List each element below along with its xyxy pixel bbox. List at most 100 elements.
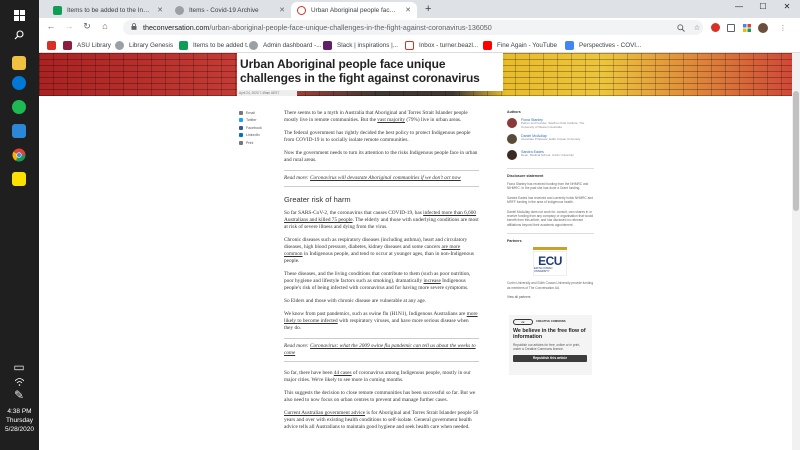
- tab-covid-archive[interactable]: Items - Covid-19 Archive ✕: [169, 2, 291, 18]
- share-twitter[interactable]: Twitter: [239, 118, 279, 123]
- adblock-icon[interactable]: [709, 22, 721, 33]
- twitter-icon: [239, 118, 243, 123]
- profile-avatar[interactable]: [757, 22, 769, 33]
- share-label: Twitter: [246, 118, 257, 123]
- bookmark-slack[interactable]: Slack | inspirations |...: [323, 39, 398, 51]
- search-icon[interactable]: [8, 26, 30, 44]
- reload-button[interactable]: ↻: [81, 21, 93, 32]
- windows-start-icon[interactable]: [8, 6, 30, 24]
- address-bar[interactable]: theconversation.com/urban-aboriginal-peo…: [123, 20, 703, 35]
- youtube-icon: [483, 40, 492, 50]
- paragraph: Current Australian government advice is …: [284, 410, 479, 431]
- browser-chrome: Items to be added to the Indige ✕ Items …: [39, 0, 800, 53]
- minimize-button[interactable]: —: [727, 2, 751, 11]
- share-label: Facebook: [246, 125, 262, 130]
- bookmark-inbox[interactable]: Inbox - turner.beazl...: [405, 39, 478, 51]
- share-label: Print: [246, 140, 254, 145]
- bookmark-favicon-icon: [179, 40, 188, 50]
- zoom-icon[interactable]: [675, 22, 687, 33]
- app-blue-icon[interactable]: [8, 74, 30, 92]
- share-print[interactable]: Print: [239, 140, 279, 145]
- back-button[interactable]: ←: [45, 21, 57, 31]
- read-more-link[interactable]: Coronavirus will devastate Aboriginal co…: [310, 175, 461, 181]
- republish-text: Republish our articles for free, online …: [513, 343, 580, 351]
- bookmark-asu-library[interactable]: ASU Library: [63, 39, 111, 51]
- ecu-partner-logo[interactable]: ECU EDITH COWAN UNIVERSITY: [533, 247, 567, 278]
- taskbar-date: 5/28/2020: [5, 426, 34, 433]
- paragraph: The federal government has rightly decid…: [284, 130, 471, 143]
- paragraph: There seems to be a myth in Australia th…: [284, 110, 479, 124]
- title-box: Urban Aboriginal people face unique chal…: [237, 53, 503, 91]
- divider: [507, 233, 594, 235]
- lock-icon[interactable]: [131, 23, 137, 32]
- link-vast-majority[interactable]: vast majority: [377, 117, 405, 123]
- bookmark-asu-logo[interactable]: [47, 39, 61, 51]
- link-44-cases[interactable]: 44 cases: [334, 370, 352, 376]
- bookmarks-bar: ASU Library Library Genesis Items to be …: [39, 37, 800, 53]
- text: (79%) live in urban areas.: [405, 117, 462, 123]
- read-more-label: Read more:: [284, 175, 310, 181]
- extension-grid-icon[interactable]: [741, 22, 753, 33]
- windows-taskbar: ▭ ✎ 4:38 PM Thursday 5/28/2020: [0, 0, 39, 450]
- taskbar-time[interactable]: 4:38 PM: [0, 408, 39, 416]
- extension-icon[interactable]: [725, 22, 737, 33]
- article-byline: April 24, 2020 7.49am AEST: [237, 90, 297, 96]
- view-all-partners-link[interactable]: View all partners: [507, 295, 594, 299]
- share-facebook[interactable]: Facebook: [239, 125, 279, 130]
- disclosure-text: Daniel McAullay does not work for, consu…: [507, 209, 594, 227]
- hero-image: Urban Aboriginal people face unique chal…: [39, 53, 792, 96]
- read-more-link[interactable]: Coronavirus: what the 2009 swine flu pan…: [284, 343, 476, 356]
- paragraph: Chronic diseases such as respiratory dis…: [284, 237, 479, 265]
- link-government-advice[interactable]: Current Australian government advice: [284, 410, 365, 416]
- facebook-icon: [239, 125, 243, 130]
- chrome-icon[interactable]: [8, 146, 30, 164]
- spotify-icon[interactable]: [8, 98, 30, 116]
- bookmark-library-genesis[interactable]: Library Genesis: [115, 39, 173, 51]
- share-linkedin[interactable]: LinkedIn: [239, 133, 279, 138]
- pen-icon[interactable]: ✎: [8, 386, 30, 404]
- author-card[interactable]: Fiona Stanley Patron and founder, Teletho…: [507, 118, 594, 130]
- tab-label: Items to be added to the Indige: [67, 6, 152, 14]
- file-explorer-icon[interactable]: [8, 54, 30, 72]
- forward-button[interactable]: →: [63, 21, 75, 31]
- author-card[interactable]: Sandra Eades Dean, Medical School, Curtin…: [507, 150, 594, 162]
- tab-conversation-article[interactable]: Urban Aboriginal people face uni ✕: [291, 2, 417, 18]
- maximize-button[interactable]: ☐: [751, 2, 775, 11]
- article-body: There seems to be a myth in Australia th…: [284, 110, 479, 437]
- bookmark-admin-dashboard[interactable]: Admin dashboard -...: [249, 39, 321, 51]
- tab-indigenous-items[interactable]: Items to be added to the Indige ✕: [47, 2, 169, 18]
- paragraph: These diseases, and the living condition…: [284, 271, 479, 292]
- paragraph: This suggests the decision to close remo…: [284, 390, 476, 403]
- paragraph: So far SARS-CoV-2, the coronavirus that …: [284, 210, 479, 231]
- cc-org: CREATIVE COMMONS: [536, 319, 566, 324]
- chrome-menu-icon[interactable]: ⋮: [777, 22, 789, 33]
- home-button[interactable]: ⌂: [99, 21, 111, 31]
- close-tab-icon[interactable]: ✕: [157, 6, 163, 14]
- bookmark-items-to-be-added[interactable]: Items to be added t...: [179, 39, 252, 51]
- share-email[interactable]: Email: [239, 110, 279, 115]
- sticky-notes-icon[interactable]: [8, 170, 30, 188]
- close-tab-icon[interactable]: ✕: [405, 6, 411, 14]
- republish-button[interactable]: Republish this article: [513, 355, 587, 362]
- article-title: Urban Aboriginal people face unique chal…: [240, 57, 480, 85]
- authors-heading: Authors: [507, 110, 521, 114]
- share-label: Email: [246, 110, 255, 115]
- author-card[interactable]: Daniel McAullay Associate Professor, Edit…: [507, 134, 594, 146]
- disclosure-text: Fiona Stanley has received funding from …: [507, 182, 589, 191]
- bookmark-youtube[interactable]: Fine Again - YouTube: [483, 39, 557, 51]
- bookmark-label: Inbox - turner.beazl...: [419, 41, 479, 49]
- scrollbar-thumb[interactable]: [793, 91, 799, 211]
- author-role: Patron and founder, Telethon Kids Instit…: [521, 121, 585, 129]
- page-scrollbar[interactable]: [792, 53, 800, 450]
- close-tab-icon[interactable]: ✕: [279, 6, 285, 14]
- gmail-icon: [405, 40, 414, 50]
- app-teal-icon[interactable]: [8, 122, 30, 140]
- globe-icon: [115, 40, 124, 50]
- bookmark-star-icon[interactable]: ☆: [691, 22, 703, 33]
- bookmark-label: Fine Again - YouTube: [497, 41, 557, 49]
- bookmark-perspectives[interactable]: Perspectives - COVI...: [565, 39, 641, 51]
- close-window-button[interactable]: ✕: [775, 2, 799, 11]
- new-tab-button[interactable]: +: [425, 3, 431, 15]
- ecu-wordmark: ECU: [538, 253, 562, 268]
- link-increase[interactable]: increase: [423, 278, 440, 284]
